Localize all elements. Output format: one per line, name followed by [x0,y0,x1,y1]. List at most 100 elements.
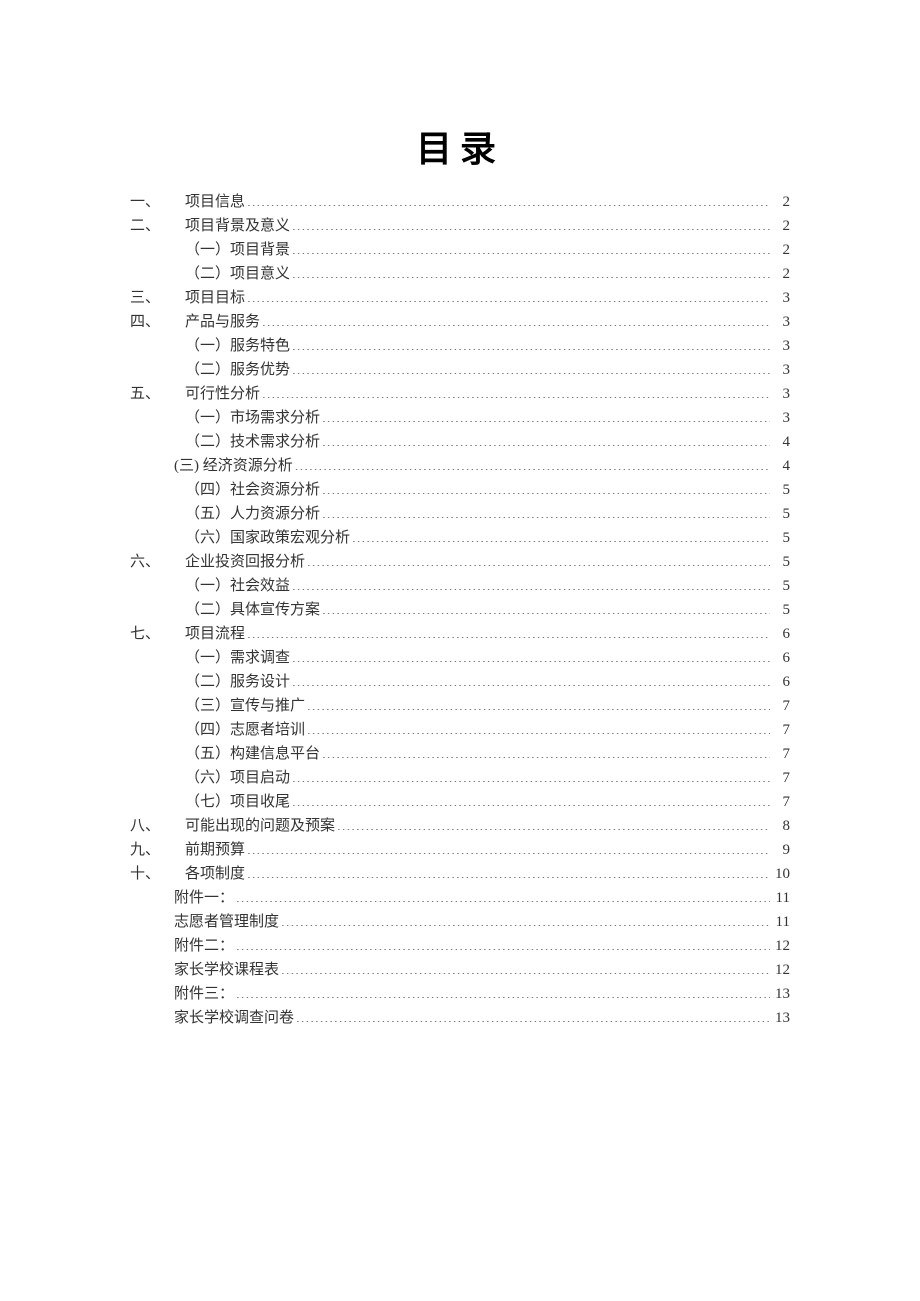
toc-leader-dots [236,983,770,998]
toc-leader-dots [236,887,770,902]
toc-list: 一、项目信息2二、项目背景及意义2一、（一）项目背景2一、（二）项目意义2三、项… [130,190,790,1030]
toc-leader-dots [352,527,770,542]
toc-leader-dots [295,455,770,470]
toc-entry: 一、家长学校课程表12 [130,958,790,982]
toc-entry: 一、项目信息2 [130,190,790,214]
toc-marker: 七、 [130,622,185,646]
toc-label: （四）社会资源分析 [185,478,320,502]
toc-label: 各项制度 [185,862,245,886]
toc-page-number: 13 [772,982,790,1006]
toc-page-number: 7 [772,766,790,790]
toc-page-number: 3 [772,406,790,430]
toc-label: 前期预算 [185,838,245,862]
toc-leader-dots [281,911,770,926]
toc-leader-dots [292,239,770,254]
toc-leader-dots [292,647,770,662]
toc-entry: 一、（五）构建信息平台7 [130,742,790,766]
toc-leader-dots [292,263,770,278]
toc-page-number: 2 [772,190,790,214]
toc-label: 可行性分析 [185,382,260,406]
toc-entry: 五、可行性分析3 [130,382,790,406]
toc-page-number: 5 [772,574,790,598]
toc-label: （一）需求调查 [185,646,290,670]
toc-label: (三) 经济资源分析 [174,454,293,478]
toc-entry: 一、家长学校调查问卷13 [130,1006,790,1030]
toc-label: （一）社会效益 [185,574,290,598]
toc-leader-dots [322,431,770,446]
toc-entry: 一、（二）项目意义2 [130,262,790,286]
toc-marker: 一、 [130,190,185,214]
toc-page-number: 7 [772,742,790,766]
toc-leader-dots [322,743,770,758]
toc-page-number: 3 [772,334,790,358]
toc-leader-dots [292,671,770,686]
toc-page-number: 5 [772,550,790,574]
toc-page-number: 4 [772,454,790,478]
toc-leader-dots [337,815,770,830]
toc-entry: 一、（一）服务特色3 [130,334,790,358]
toc-label: 家长学校调查问卷 [174,1006,294,1030]
toc-leader-dots [247,863,770,878]
toc-label: （七）项目收尾 [185,790,290,814]
toc-page-number: 5 [772,598,790,622]
toc-entry: 一、（五）人力资源分析5 [130,502,790,526]
toc-label: 家长学校课程表 [174,958,279,982]
toc-label: 项目背景及意义 [185,214,290,238]
toc-page-number: 5 [772,478,790,502]
toc-entry: 一、（一）项目背景2 [130,238,790,262]
toc-entry: 一、附件三：13 [130,982,790,1006]
toc-entry: 一、志愿者管理制度11 [130,910,790,934]
toc-page-number: 13 [772,1006,790,1030]
toc-leader-dots [247,839,770,854]
toc-entry: 一、（一）市场需求分析3 [130,406,790,430]
toc-entry: 一、（四）志愿者培训7 [130,718,790,742]
toc-label: 附件一： [174,886,234,910]
toc-label: 可能出现的问题及预案 [185,814,335,838]
toc-page-number: 3 [772,310,790,334]
toc-entry: 八、可能出现的问题及预案8 [130,814,790,838]
toc-page-number: 11 [772,886,790,910]
toc-leader-dots [262,383,770,398]
toc-page-number: 7 [772,718,790,742]
toc-entry: 一、（一）社会效益5 [130,574,790,598]
toc-page: 目录 一、项目信息2二、项目背景及意义2一、（一）项目背景2一、（二）项目意义2… [0,0,920,1090]
toc-label: 项目流程 [185,622,245,646]
toc-leader-dots [292,767,770,782]
toc-leader-dots [322,479,770,494]
toc-page-number: 8 [772,814,790,838]
toc-page-number: 7 [772,694,790,718]
toc-label: 附件三： [174,982,234,1006]
toc-page-number: 10 [772,862,790,886]
toc-entry: 九、前期预算9 [130,838,790,862]
toc-marker: 四、 [130,310,185,334]
toc-leader-dots [281,959,770,974]
toc-leader-dots [307,551,770,566]
toc-label: 产品与服务 [185,310,260,334]
toc-leader-dots [236,935,770,950]
toc-entry: 三、项目目标3 [130,286,790,310]
toc-entry: 四、产品与服务 3 [130,310,790,334]
toc-label: （二）具体宣传方案 [185,598,320,622]
toc-entry: 六、企业投资回报分析5 [130,550,790,574]
toc-leader-dots [322,599,770,614]
toc-page-number: 3 [772,358,790,382]
toc-page-number: 3 [772,382,790,406]
toc-marker: 二、 [130,214,185,238]
toc-page-number: 3 [772,286,790,310]
toc-leader-dots [307,695,770,710]
toc-label: （二）服务优势 [185,358,290,382]
toc-label: （五）人力资源分析 [185,502,320,526]
toc-page-number: 6 [772,622,790,646]
toc-label: （二）技术需求分析 [185,430,320,454]
toc-label: 项目目标 [185,286,245,310]
toc-page-number: 12 [772,958,790,982]
toc-entry: 一、(三) 经济资源分析4 [130,454,790,478]
toc-entry: 一、（六）国家政策宏观分析5 [130,526,790,550]
toc-leader-dots [247,623,770,638]
toc-leader-dots [307,719,770,734]
toc-leader-dots [296,1007,770,1022]
toc-leader-dots [322,503,770,518]
toc-leader-dots [292,215,770,230]
toc-entry: 一、（三）宣传与推广7 [130,694,790,718]
toc-label: 志愿者管理制度 [174,910,279,934]
